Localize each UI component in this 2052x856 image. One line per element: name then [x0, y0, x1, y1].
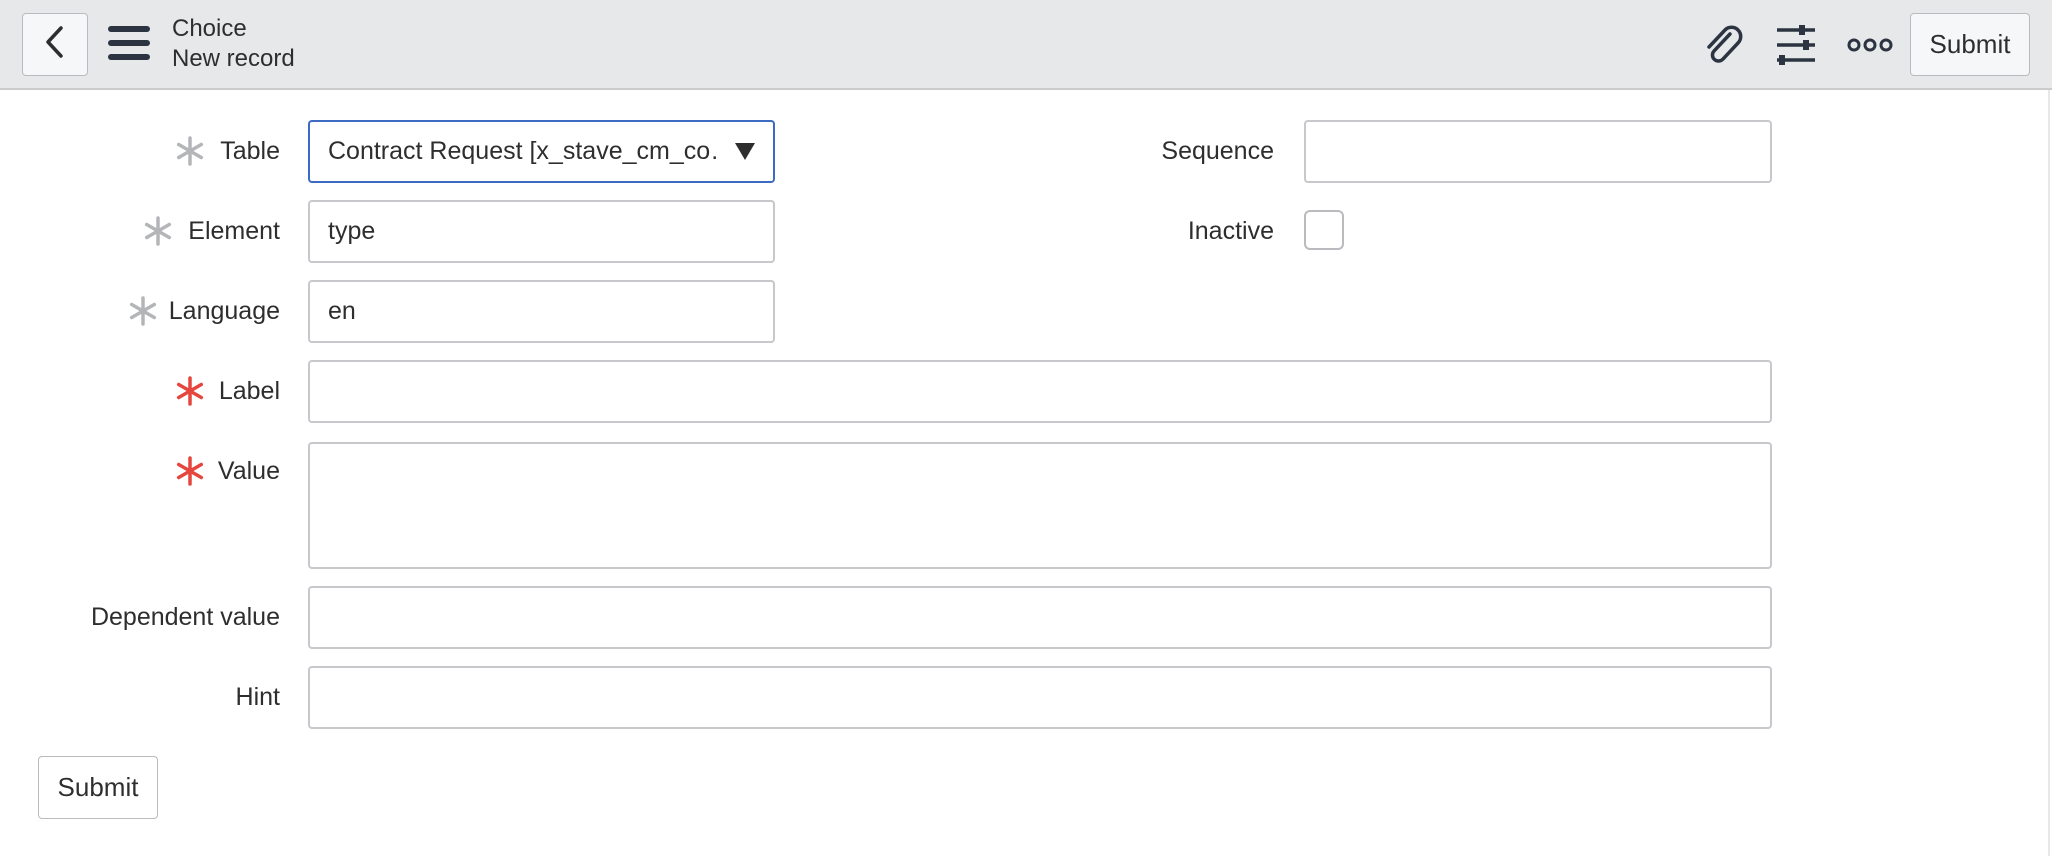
hint-input[interactable]	[308, 666, 1772, 729]
chevron-left-icon	[44, 25, 66, 64]
sliders-icon[interactable]	[1773, 22, 1819, 68]
submit-button-bottom[interactable]: Submit	[38, 756, 158, 819]
header-title-block: Choice New record	[172, 14, 295, 74]
caret-down-icon	[735, 143, 755, 160]
paperclip-icon[interactable]	[1700, 22, 1746, 68]
language-input[interactable]: en	[308, 280, 775, 343]
label-field-label: Label	[218, 376, 280, 405]
form-header: Choice New record Submit	[0, 0, 2052, 90]
table-select-value: Contract Request [x_stave_cm_co…	[328, 137, 721, 165]
submit-button-header[interactable]: Submit	[1910, 13, 2030, 76]
required-filled-icon	[128, 296, 158, 326]
scrollbar-edge	[2048, 90, 2050, 856]
value-field-label: Value	[217, 456, 280, 485]
more-options-icon[interactable]	[1847, 22, 1893, 68]
back-button[interactable]	[22, 13, 88, 76]
hint-label: Hint	[235, 682, 280, 711]
dependent-value-label: Dependent value	[90, 602, 280, 631]
element-label: Element	[188, 216, 280, 245]
label-input[interactable]	[308, 360, 1772, 423]
dependent-value-input[interactable]	[308, 586, 1772, 649]
element-input[interactable]: type	[308, 200, 775, 263]
value-textarea[interactable]	[308, 442, 1772, 569]
sequence-input[interactable]	[1304, 120, 1772, 183]
inactive-label: Inactive	[1187, 216, 1274, 245]
hamburger-menu-icon[interactable]	[108, 26, 152, 62]
language-label: Language	[168, 296, 280, 325]
form-subtitle: New record	[172, 45, 295, 72]
table-select[interactable]: Contract Request [x_stave_cm_co…	[308, 120, 775, 183]
form-title: Choice	[172, 15, 247, 42]
table-label: Table	[220, 136, 280, 165]
sequence-label: Sequence	[1161, 136, 1274, 165]
inactive-checkbox[interactable]	[1304, 210, 1344, 250]
